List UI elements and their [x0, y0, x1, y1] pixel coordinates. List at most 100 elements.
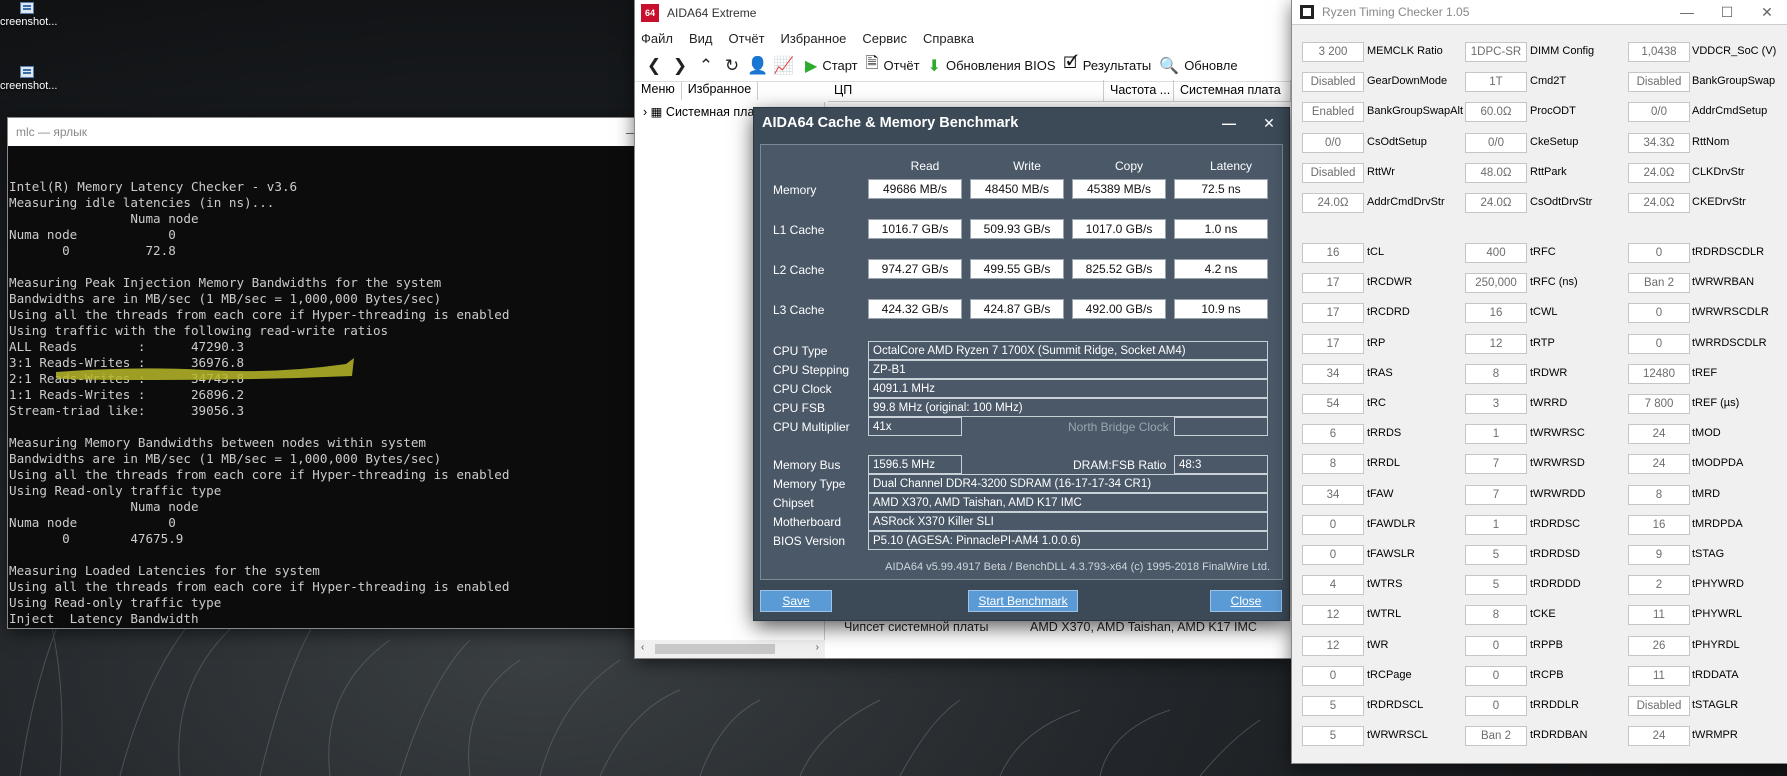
scroll-left-icon[interactable]: ‹ — [641, 642, 644, 653]
back-icon[interactable]: ❮ — [641, 53, 667, 79]
minimize-button[interactable]: — — [1209, 108, 1249, 138]
timing-value[interactable]: 5 — [1302, 726, 1364, 747]
timing-value[interactable]: 24.0Ω — [1302, 193, 1364, 213]
timing-value[interactable]: 0 — [1302, 545, 1364, 565]
timing-value[interactable]: 3 — [1465, 394, 1527, 414]
timing-value[interactable]: 400 — [1465, 243, 1527, 263]
aida-titlebar[interactable]: 64 AIDA64 Extreme — [635, 0, 1291, 26]
desktop-icon-screenshot-2[interactable]: creenshot... — [0, 66, 64, 92]
up-icon[interactable]: ⌃ — [693, 53, 719, 79]
column-header-motherboard[interactable]: Системная плата — [1174, 80, 1291, 101]
timing-value[interactable]: Disabled — [1302, 162, 1364, 183]
timing-value[interactable]: 17 — [1302, 333, 1364, 354]
timing-value[interactable]: 60.0Ω — [1465, 102, 1527, 123]
timing-value[interactable]: 17 — [1302, 273, 1364, 294]
menu-report[interactable]: Отчёт — [729, 31, 765, 46]
menu-help[interactable]: Справка — [923, 31, 974, 46]
timing-value[interactable]: Ban 2 — [1465, 726, 1527, 747]
bios-update-button[interactable]: ⬇ Обновления BIOS — [928, 56, 1056, 76]
timing-value[interactable]: Ban 2 — [1628, 273, 1690, 294]
timing-value[interactable]: 0/0 — [1465, 132, 1527, 153]
column-header-cpu[interactable]: ЦП — [828, 80, 1104, 101]
timing-value[interactable]: 0 — [1465, 635, 1527, 656]
timing-value[interactable]: 12 — [1302, 635, 1364, 656]
ryzen-timing-checker-window[interactable]: Ryzen Timing Checker 1.05 — ☐ ✕ 3 200 MEM… — [1292, 0, 1787, 763]
timing-value[interactable]: 250,000 — [1465, 273, 1527, 294]
close-button[interactable]: ✕ — [1249, 108, 1289, 138]
desktop-icon-screenshot-1[interactable]: creenshot... — [0, 2, 64, 28]
timing-value[interactable]: 5 — [1302, 696, 1364, 716]
timing-value[interactable]: 0/0 — [1302, 132, 1364, 153]
timing-value[interactable]: 54 — [1302, 394, 1364, 414]
tab-favorites[interactable]: Избранное — [682, 82, 759, 100]
timing-value[interactable]: 1T — [1465, 72, 1527, 93]
timing-value[interactable]: 4 — [1302, 575, 1364, 596]
timing-value[interactable]: 24 — [1628, 454, 1690, 475]
timing-value[interactable]: Disabled — [1628, 696, 1690, 716]
tree-hscrollbar[interactable]: ‹ › — [635, 640, 825, 658]
timing-value[interactable]: 34 — [1302, 363, 1364, 384]
timing-value[interactable]: 16 — [1465, 303, 1527, 324]
timing-value[interactable]: 0 — [1628, 303, 1690, 324]
mlc-console-window[interactable]: mlc — ярлык — ☐ ✕ Intel(R) Memory Latenc… — [8, 118, 733, 628]
minimize-button[interactable]: — — [1667, 0, 1707, 24]
bench-titlebar[interactable]: AIDA64 Cache & Memory Benchmark — ✕ — [754, 108, 1289, 138]
menu-file[interactable]: Файл — [641, 31, 673, 46]
timing-value[interactable]: 24 — [1628, 726, 1690, 747]
timing-value[interactable]: 48.0Ω — [1465, 162, 1527, 183]
timing-value[interactable]: 1DPC-SR — [1465, 42, 1527, 62]
timing-value[interactable]: 34 — [1302, 484, 1364, 505]
save-button[interactable]: Save — [760, 590, 832, 612]
timing-value[interactable]: 11 — [1628, 605, 1690, 626]
start-benchmark-button[interactable]: Start Benchmark — [968, 590, 1078, 612]
timing-value[interactable]: 0 — [1628, 243, 1690, 263]
rtc-titlebar[interactable]: Ryzen Timing Checker 1.05 — ☐ ✕ — [1292, 0, 1787, 24]
timing-value[interactable]: 6 — [1302, 424, 1364, 445]
timing-value[interactable]: 5 — [1465, 575, 1527, 596]
timing-value[interactable]: 12 — [1465, 333, 1527, 354]
mlc-titlebar[interactable]: mlc — ярлык — ☐ ✕ — [8, 118, 733, 146]
timing-value[interactable]: 17 — [1302, 303, 1364, 324]
update-button[interactable]: 🔍 Обновле — [1159, 56, 1237, 76]
timing-value[interactable]: 8 — [1465, 605, 1527, 626]
close-button[interactable]: ✕ — [1747, 0, 1787, 24]
maximize-button[interactable]: ☐ — [1707, 0, 1747, 24]
menu-view[interactable]: Вид — [689, 31, 713, 46]
tab-menu[interactable]: Меню — [635, 82, 682, 100]
timing-value[interactable]: 1 — [1465, 514, 1527, 535]
scroll-right-icon[interactable]: › — [816, 642, 819, 653]
timing-value[interactable]: Enabled — [1302, 102, 1364, 123]
scrollbar-thumb[interactable] — [655, 644, 775, 654]
column-header-frequency[interactable]: Частота ... — [1104, 80, 1174, 101]
refresh-icon[interactable]: ↻ — [719, 53, 745, 79]
timing-value[interactable]: 0 — [1465, 665, 1527, 686]
timing-value[interactable]: 7 — [1465, 454, 1527, 475]
timing-value[interactable]: 1 — [1465, 424, 1527, 445]
console-output[interactable]: Intel(R) Memory Latency Checker - v3.6 Me… — [8, 146, 733, 628]
report-button[interactable]: 🗎 Отчёт — [866, 52, 920, 79]
timing-value[interactable]: 11 — [1628, 665, 1690, 686]
list-item[interactable]: Чипсет системной платы AMD X370, AMD Tai… — [830, 620, 1290, 634]
timing-value[interactable]: 34.3Ω — [1628, 132, 1690, 153]
results-button[interactable]: 🗹 Результаты — [1064, 52, 1152, 79]
close-dialog-button[interactable]: Close — [1210, 590, 1282, 612]
timing-value[interactable]: 0 — [1302, 665, 1364, 686]
timing-value[interactable]: 8 — [1465, 363, 1527, 384]
timing-value[interactable]: Disabled — [1628, 72, 1690, 93]
timing-value[interactable]: 26 — [1628, 635, 1690, 656]
timing-value[interactable]: 9 — [1628, 545, 1690, 565]
timing-value[interactable]: 8 — [1302, 454, 1364, 475]
timing-value[interactable]: 24 — [1628, 424, 1690, 445]
timing-value[interactable]: 0 — [1465, 696, 1527, 716]
timing-value[interactable]: 8 — [1628, 484, 1690, 505]
user-icon[interactable]: 👤 — [745, 53, 771, 79]
timing-value[interactable]: 0/0 — [1628, 102, 1690, 123]
timing-value[interactable]: 0 — [1302, 514, 1364, 535]
chart-icon[interactable]: 📈 — [771, 53, 797, 79]
timing-value[interactable]: 24.0Ω — [1628, 162, 1690, 183]
timing-value[interactable]: 3 200 — [1302, 42, 1364, 62]
timing-value[interactable]: 5 — [1465, 545, 1527, 565]
timing-value[interactable]: 1,0438 — [1628, 42, 1690, 62]
menu-favorites[interactable]: Избранное — [781, 31, 847, 46]
menu-service[interactable]: Сервис — [862, 31, 907, 46]
